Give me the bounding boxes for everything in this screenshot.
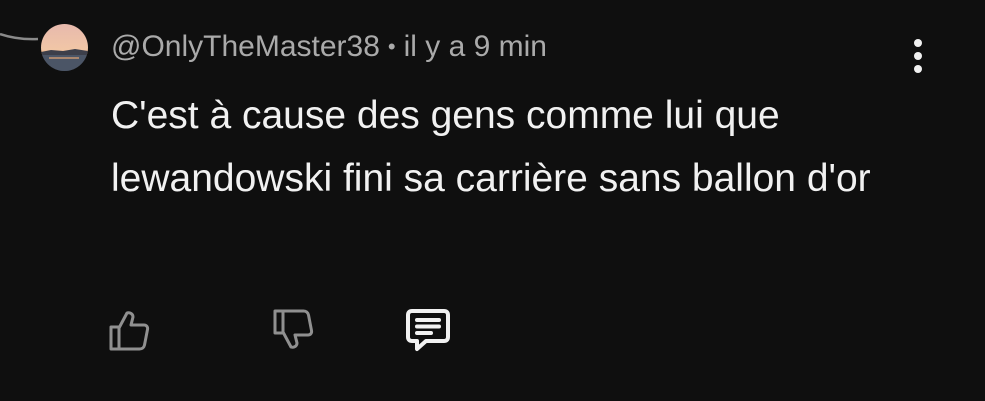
thumb-down-icon <box>273 309 314 349</box>
more-vert-icon <box>914 39 922 73</box>
thread-connector-line <box>0 32 39 41</box>
comment-timestamp: il y a 9 min <box>403 30 547 63</box>
meta-separator: • <box>387 34 396 59</box>
reply-button[interactable] <box>398 300 458 360</box>
author-handle[interactable]: @OnlyTheMaster38 <box>111 30 380 64</box>
comment-body: C'est à cause des gens comme lui que lew… <box>111 94 871 200</box>
comment-meta: @OnlyTheMaster38 • il y a 9 min <box>111 27 547 67</box>
more-options-button[interactable] <box>898 34 938 78</box>
avatar[interactable] <box>41 24 88 71</box>
like-button[interactable] <box>98 300 158 360</box>
reply-comment-icon <box>406 309 450 351</box>
sunset-lake-avatar-icon <box>41 24 88 71</box>
thumb-up-icon <box>109 311 150 351</box>
dislike-button[interactable] <box>262 300 322 360</box>
